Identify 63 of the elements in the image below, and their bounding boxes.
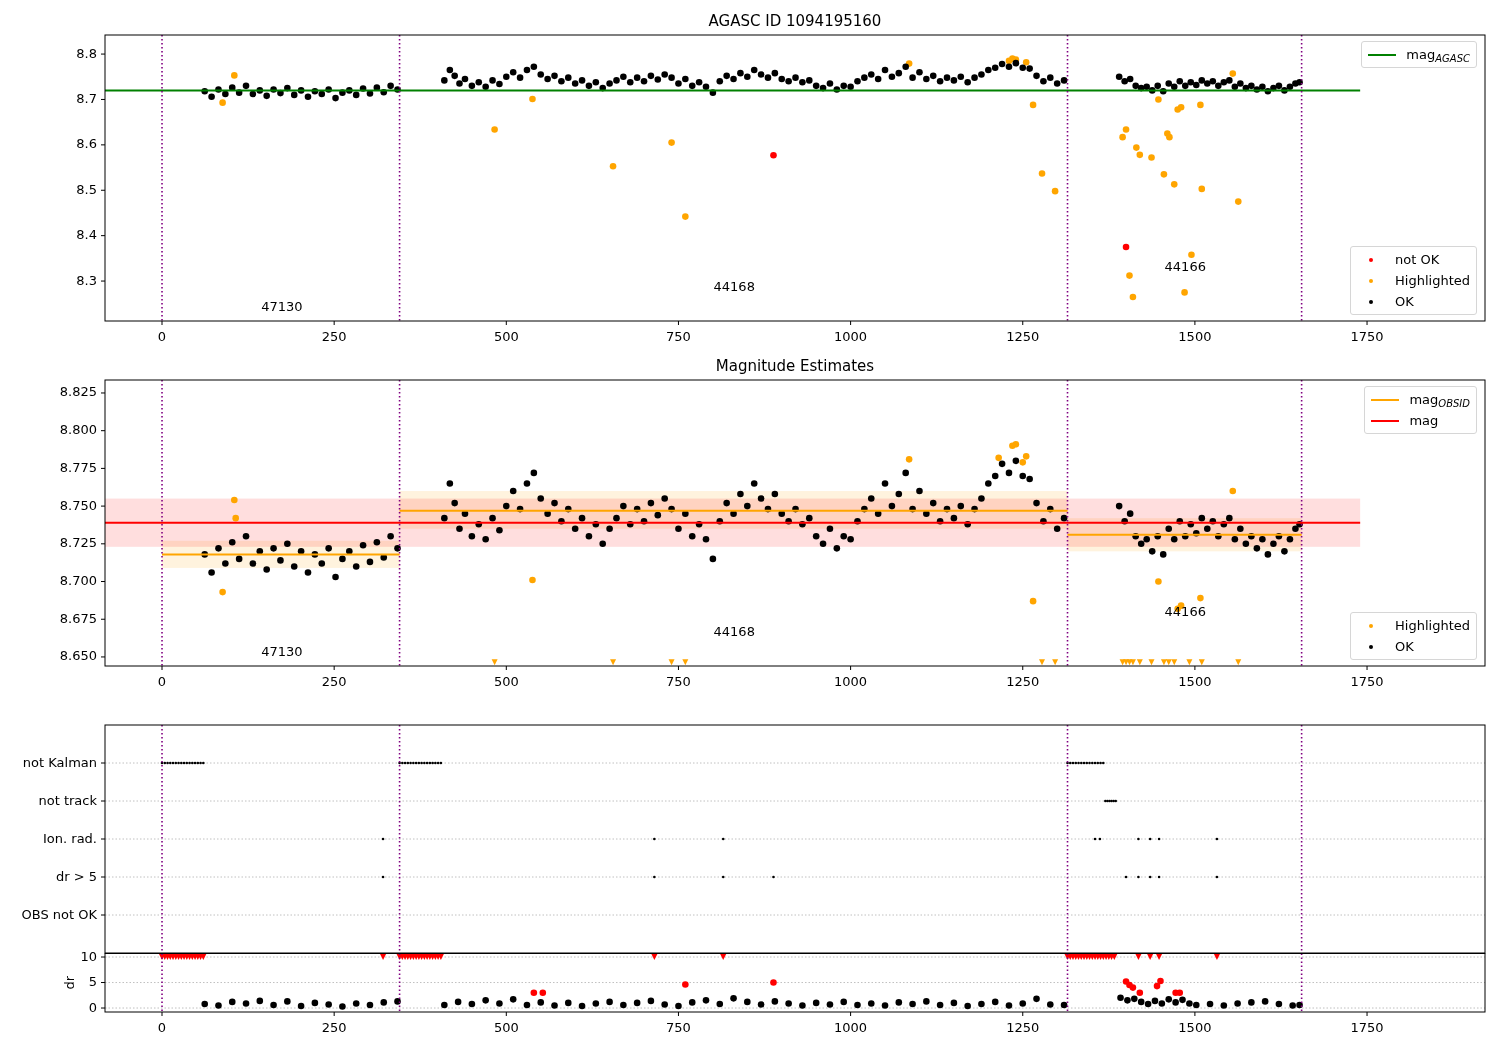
legend-label: mag	[1409, 412, 1439, 430]
obsid-label: 44166	[1164, 603, 1206, 619]
legend-label: mag$_{AGASC}$	[1406, 46, 1470, 65]
tick-label: 500	[493, 329, 519, 344]
tick-label: 8.725	[59, 535, 97, 551]
tick-label: 8.700	[59, 573, 97, 589]
tick-label: 8.675	[59, 610, 97, 626]
tick-label: 250	[321, 1020, 347, 1035]
tick-label: 250	[321, 674, 347, 689]
tick-label: 0	[157, 674, 167, 689]
tick-label: 8.5	[76, 181, 97, 197]
row-label: not Kalman	[22, 754, 97, 770]
tick-label: 1500	[1178, 329, 1212, 344]
tick-label: 1750	[1350, 1020, 1384, 1035]
tick-label: 1250	[1006, 329, 1040, 344]
tick-label: 8.650	[59, 648, 97, 664]
tick-label: 750	[666, 1020, 691, 1035]
obsid-label: 44168	[713, 278, 755, 294]
tick-label: 750	[666, 674, 691, 689]
chart-title: AGASC ID 1094195160	[708, 12, 882, 30]
obsid-label: 44168	[713, 623, 755, 639]
tick-label: 8.750	[59, 497, 97, 513]
legend-label: not OK	[1395, 251, 1440, 269]
obsid-label: 47130	[261, 298, 303, 314]
tick-label: 0	[157, 1020, 167, 1035]
tick-label: 8.6	[76, 136, 97, 152]
tick-label: 1000	[834, 674, 868, 689]
legend-label: mag$_{OBSID}$	[1409, 391, 1470, 410]
tick-label: 1500	[1178, 674, 1212, 689]
tick-label: 1250	[1006, 674, 1040, 689]
row-label: not track	[38, 792, 97, 808]
tick-label: 5	[88, 974, 97, 989]
tick-label: 8.8	[76, 45, 97, 61]
row-label: Ion. rad.	[43, 830, 97, 846]
legend-label: OK	[1395, 293, 1414, 311]
legend-label: OK	[1395, 638, 1414, 656]
tick-label: 8.775	[59, 459, 97, 475]
row-label: OBS not OK	[21, 906, 97, 922]
tick-label: 750	[666, 329, 691, 344]
obsid-label: 47130	[261, 643, 303, 659]
tick-label: 8.4	[76, 227, 97, 243]
tick-label: 0	[88, 999, 97, 1015]
tick-label: 8.800	[59, 422, 97, 438]
tick-label: 8.7	[76, 90, 97, 106]
tick-label: 8.825	[59, 384, 97, 400]
row-label: dr > 5	[55, 868, 97, 884]
obsid-label: 44166	[1164, 258, 1206, 274]
tick-label: 1500	[1178, 1020, 1212, 1035]
legend-label: Highlighted	[1395, 617, 1470, 635]
legend-label: Highlighted	[1395, 272, 1470, 290]
tick-label: 500	[493, 1020, 519, 1035]
tick-label: 1750	[1350, 674, 1384, 689]
tick-label: 0	[157, 329, 167, 344]
tick-label: 250	[321, 329, 347, 344]
tick-label: 8.3	[76, 272, 97, 288]
tick-label: 1250	[1006, 1020, 1040, 1035]
axis-label: dr	[61, 975, 77, 990]
tick-label: 10	[80, 948, 97, 964]
tick-label: 500	[493, 674, 519, 689]
tick-label: 1000	[834, 329, 868, 344]
tick-label: 1750	[1350, 329, 1384, 344]
tick-label: 1000	[834, 1020, 868, 1035]
chart-title: Magnitude Estimates	[715, 357, 875, 375]
